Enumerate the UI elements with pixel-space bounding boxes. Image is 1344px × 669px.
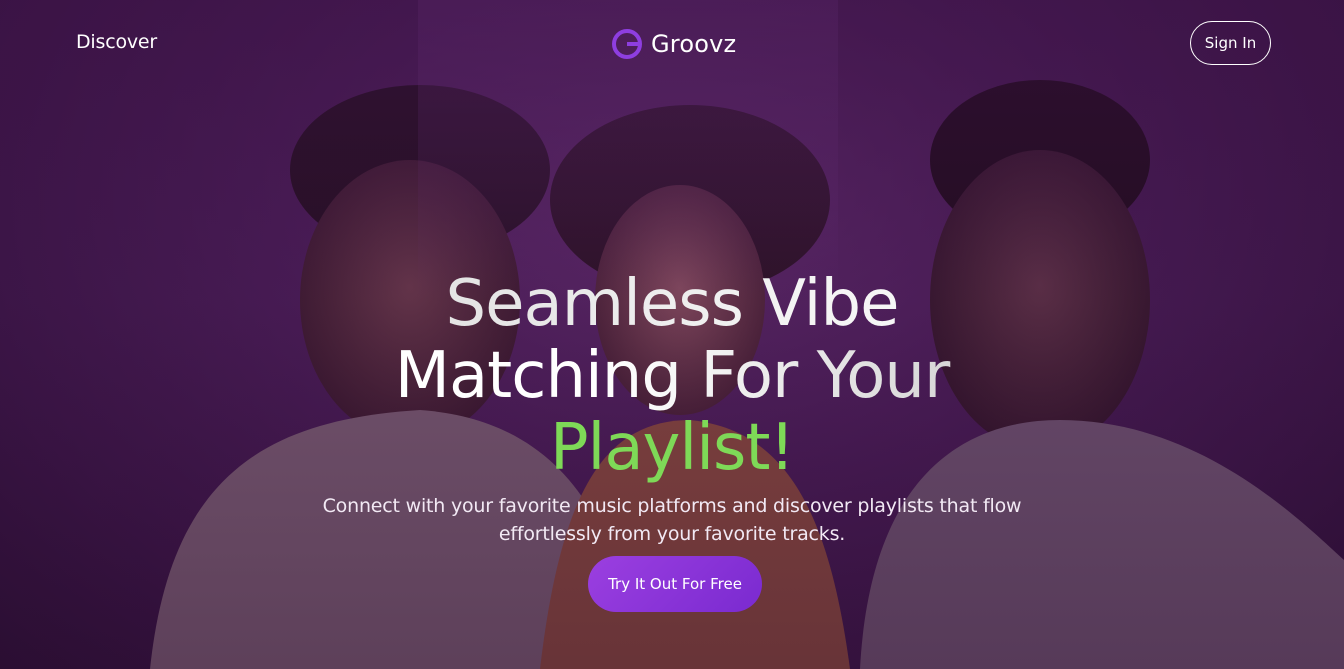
hero-subtext: Connect with your favorite music platfor… bbox=[322, 495, 1022, 545]
hero-section: Discover Groovz Sign In Seamless Vibe Ma… bbox=[0, 0, 1344, 669]
groovz-logo-icon bbox=[611, 28, 643, 60]
brand-name: Groovz bbox=[651, 30, 737, 58]
brand-logo[interactable]: Groovz bbox=[611, 28, 736, 60]
try-free-button[interactable]: Try It Out For Free bbox=[588, 556, 762, 612]
nav-discover-link[interactable]: Discover bbox=[76, 31, 157, 53]
headline-line-2: Matching For Your bbox=[0, 340, 1344, 412]
sign-in-button[interactable]: Sign In bbox=[1190, 21, 1271, 65]
headline-highlight: Playlist! bbox=[549, 411, 795, 485]
hero-headline: Seamless Vibe Matching For Your Playlist… bbox=[0, 268, 1344, 484]
headline-line-1: Seamless Vibe bbox=[0, 268, 1344, 340]
